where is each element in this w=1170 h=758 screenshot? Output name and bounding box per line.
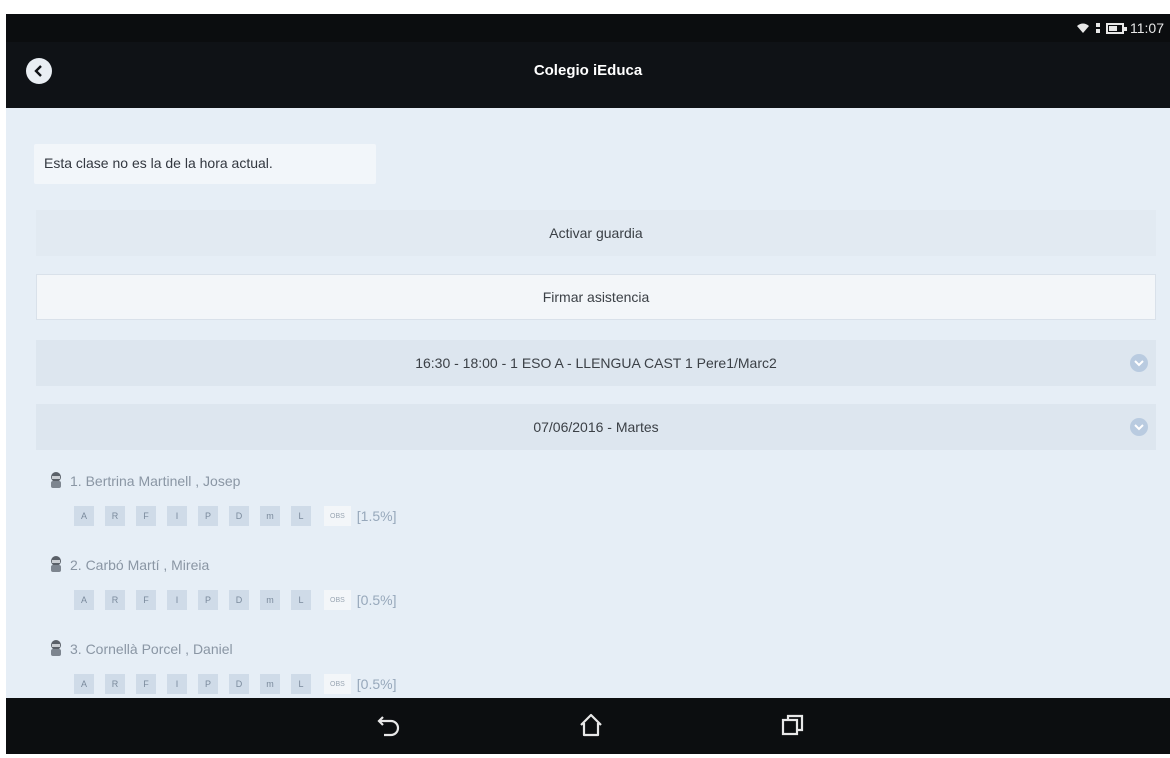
attendance-codes: A R F I P D m L OBS [0.5%]: [74, 590, 397, 610]
recent-apps-icon: [781, 714, 804, 736]
obs-button[interactable]: OBS: [324, 590, 351, 610]
chevron-down-icon: [1130, 354, 1148, 372]
code-m-button[interactable]: m: [260, 590, 280, 610]
status-time: 11:07: [1130, 20, 1164, 36]
main-content: Esta clase no es la de la hora actual. A…: [6, 108, 1170, 698]
code-i-button[interactable]: I: [167, 506, 187, 526]
student-row: 1. Bertrina Martinell , Josep A R F I P …: [6, 466, 1170, 550]
attendance-codes: A R F I P D m L OBS [0.5%]: [74, 674, 397, 694]
code-r-button[interactable]: R: [105, 590, 125, 610]
activar-guardia-label: Activar guardia: [549, 225, 643, 241]
wifi-icon: [1077, 23, 1089, 33]
student-avatar-icon: [51, 472, 61, 488]
app-title: Colegio iEduca: [533, 62, 643, 79]
code-d-button[interactable]: D: [229, 506, 249, 526]
tablet-screen: 11:07 Colegio iEduca Esta clase no es la…: [6, 14, 1170, 754]
signal-icon: [1096, 22, 1100, 34]
nav-recent-button[interactable]: [776, 710, 810, 740]
student-row: 3. Cornellà Porcel , Daniel A R F I P D …: [6, 634, 1170, 698]
attendance-codes: A R F I P D m L OBS [1.5%]: [74, 506, 397, 526]
code-r-button[interactable]: R: [105, 674, 125, 694]
code-l-button[interactable]: L: [291, 590, 311, 610]
android-nav-bar: [6, 698, 1170, 754]
code-p-button[interactable]: P: [198, 674, 218, 694]
firmar-asistencia-button[interactable]: Firmar asistencia: [36, 274, 1156, 320]
code-d-button[interactable]: D: [229, 674, 249, 694]
code-l-button[interactable]: L: [291, 506, 311, 526]
code-i-button[interactable]: I: [167, 674, 187, 694]
student-avatar-icon: [51, 556, 61, 572]
student-list: 1. Bertrina Martinell , Josep A R F I P …: [6, 466, 1170, 698]
student-name: 2. Carbó Martí , Mireia: [70, 557, 210, 573]
battery-icon: [1106, 22, 1127, 34]
date-select[interactable]: 07/06/2016 - Martes: [36, 404, 1156, 450]
activar-guardia-button[interactable]: Activar guardia: [36, 210, 1156, 256]
code-p-button[interactable]: P: [198, 506, 218, 526]
code-l-button[interactable]: L: [291, 674, 311, 694]
firmar-asistencia-label: Firmar asistencia: [542, 289, 650, 305]
code-a-button[interactable]: A: [74, 590, 94, 610]
student-name: 3. Cornellà Porcel , Daniel: [70, 641, 233, 657]
code-m-button[interactable]: m: [260, 506, 280, 526]
class-select-value: 16:30 - 18:00 - 1 ESO A - LLENGUA CAST 1…: [415, 355, 777, 371]
obs-button[interactable]: OBS: [324, 674, 351, 694]
absence-percentage: [0.5%]: [356, 676, 397, 692]
code-f-button[interactable]: F: [136, 506, 156, 526]
code-r-button[interactable]: R: [105, 506, 125, 526]
nav-back-button[interactable]: [372, 710, 406, 740]
code-a-button[interactable]: A: [74, 674, 94, 694]
app-bar: Colegio iEduca: [6, 42, 1170, 108]
code-f-button[interactable]: F: [136, 674, 156, 694]
back-icon: [377, 716, 400, 737]
notice-message: Esta clase no es la de la hora actual.: [34, 144, 376, 184]
student-avatar-icon: [51, 640, 61, 656]
code-m-button[interactable]: m: [260, 674, 280, 694]
nav-home-button[interactable]: [574, 710, 608, 740]
absence-percentage: [0.5%]: [356, 592, 397, 608]
code-d-button[interactable]: D: [229, 590, 249, 610]
code-p-button[interactable]: P: [198, 590, 218, 610]
home-icon: [580, 713, 602, 737]
class-select[interactable]: 16:30 - 18:00 - 1 ESO A - LLENGUA CAST 1…: [36, 340, 1156, 386]
code-f-button[interactable]: F: [136, 590, 156, 610]
code-i-button[interactable]: I: [167, 590, 187, 610]
absence-percentage: [1.5%]: [356, 508, 397, 524]
chevron-down-icon: [1130, 418, 1148, 436]
code-a-button[interactable]: A: [74, 506, 94, 526]
student-row: 2. Carbó Martí , Mireia A R F I P D m L …: [6, 550, 1170, 634]
student-name: 1. Bertrina Martinell , Josep: [70, 473, 241, 489]
obs-button[interactable]: OBS: [324, 506, 351, 526]
date-select-value: 07/06/2016 - Martes: [533, 419, 659, 435]
status-bar: 11:07: [6, 14, 1170, 42]
